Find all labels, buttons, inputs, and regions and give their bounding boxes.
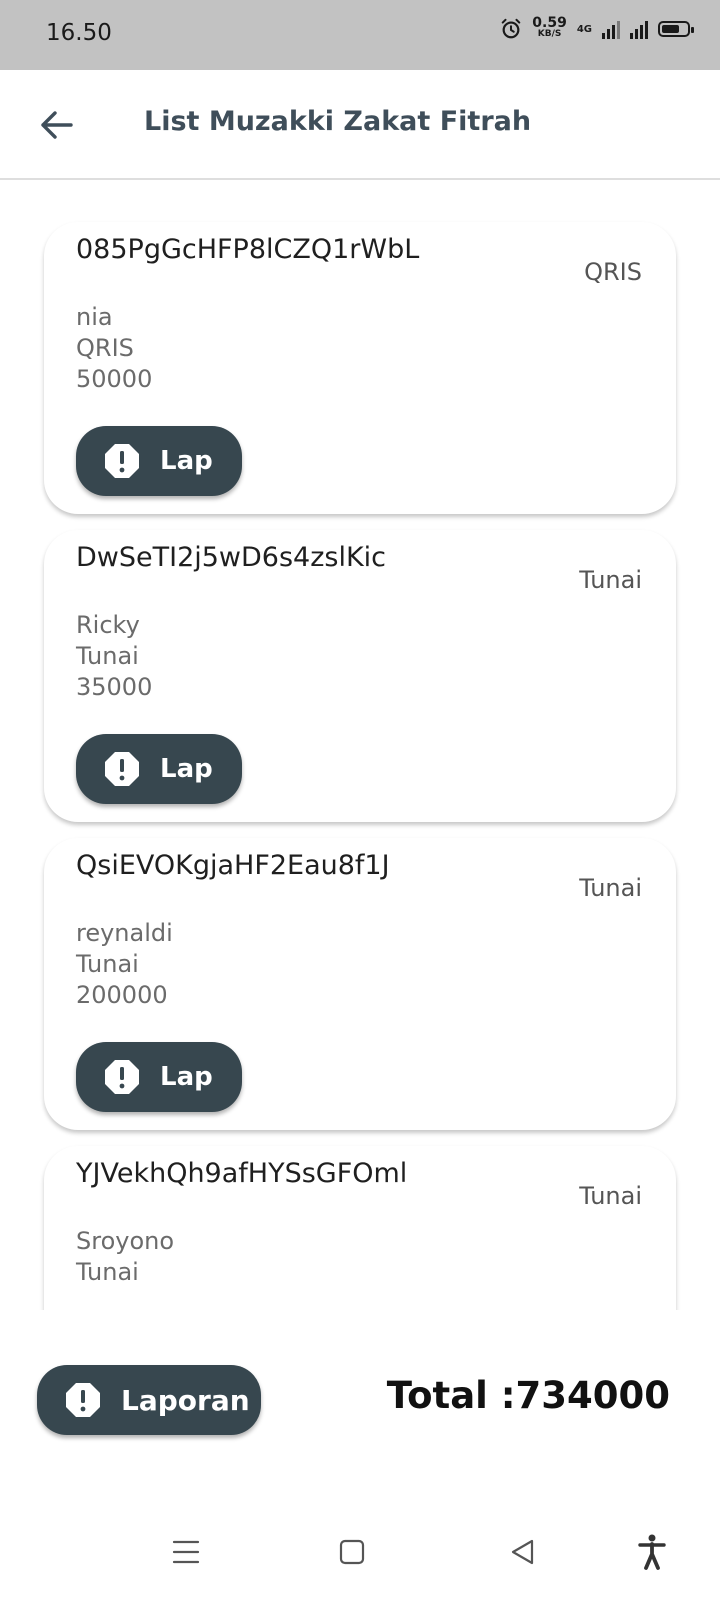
system-nav-bar xyxy=(0,1500,720,1600)
accessibility-icon xyxy=(638,1534,666,1570)
back-triangle-icon xyxy=(511,1539,534,1565)
network-type: 4G xyxy=(576,23,592,35)
muzakki-list[interactable]: 085PgGcHFP8lCZQ1rWbL QRIS nia QRIS 50000… xyxy=(0,180,720,1310)
laporan-button[interactable]: Laporan xyxy=(37,1365,261,1435)
lap-button[interactable]: Lap xyxy=(76,426,242,496)
status-bar: 16.50 0.59 KB/S 4G xyxy=(0,0,720,70)
lap-button[interactable]: Lap xyxy=(76,734,242,804)
muzakki-amount: 200000 xyxy=(76,981,168,1009)
app-bar: List Muzakki Zakat Fitrah xyxy=(0,70,720,180)
signal-icon-2 xyxy=(630,19,648,39)
muzakki-details: Sroyono Tunai xyxy=(76,1226,174,1288)
lap-button-label: Lap xyxy=(160,754,213,784)
lap-button-label: Lap xyxy=(160,446,213,476)
alarm-icon xyxy=(502,18,521,39)
muzakki-name: nia xyxy=(76,303,113,331)
muzakki-amount: 35000 xyxy=(76,673,153,701)
alert-octagon-icon xyxy=(105,444,139,478)
muzakki-name: Ricky xyxy=(76,611,140,639)
alert-octagon-icon xyxy=(105,752,139,786)
muzakki-name: Sroyono xyxy=(76,1227,175,1255)
accessibility-button[interactable] xyxy=(630,1530,674,1574)
payment-method-label: QRIS xyxy=(584,258,642,286)
signal-icon xyxy=(602,19,620,39)
home-square-icon xyxy=(339,1539,365,1565)
payment-method-label: Tunai xyxy=(579,1182,642,1210)
total-amount: Total :734000 xyxy=(386,1374,670,1417)
alert-octagon-icon xyxy=(105,1060,139,1094)
recent-apps-button[interactable] xyxy=(164,1530,208,1574)
payment-method-label: Tunai xyxy=(579,874,642,902)
network-speed-unit: KB/S xyxy=(537,29,562,39)
lap-button-label: Lap xyxy=(160,1062,213,1092)
muzakki-id: 085PgGcHFP8lCZQ1rWbL xyxy=(76,234,420,265)
laporan-button-label: Laporan xyxy=(121,1383,250,1417)
status-time: 16.50 xyxy=(46,20,112,46)
muzakki-id: DwSeTI2j5wD6s4zslKic xyxy=(76,542,387,573)
payment-method-label: Tunai xyxy=(579,566,642,594)
list-item: DwSeTI2j5wD6s4zslKic Tunai Ricky Tunai 3… xyxy=(44,530,676,822)
network-speed: 0.59 KB/S xyxy=(532,15,567,40)
muzakki-details: Ricky Tunai 35000 xyxy=(76,610,152,703)
arrow-left-icon xyxy=(41,111,73,139)
list-item: QsiEVOKgjaHF2Eau8f1J Tunai reynaldi Tuna… xyxy=(44,838,676,1130)
muzakki-details: reynaldi Tunai 200000 xyxy=(76,918,173,1011)
muzakki-method: QRIS xyxy=(76,334,134,362)
network-speed-value: 0.59 xyxy=(532,15,567,31)
status-icons: 0.59 KB/S 4G xyxy=(500,15,694,40)
back-nav-button[interactable] xyxy=(500,1530,544,1574)
muzakki-method: Tunai xyxy=(76,1258,139,1286)
list-item: 085PgGcHFP8lCZQ1rWbL QRIS nia QRIS 50000… xyxy=(44,222,676,514)
muzakki-details: nia QRIS 50000 xyxy=(76,302,152,395)
page-title: List Muzakki Zakat Fitrah xyxy=(144,106,532,137)
muzakki-amount: 50000 xyxy=(76,365,153,393)
alert-octagon-icon xyxy=(66,1383,100,1417)
back-button[interactable] xyxy=(36,108,76,142)
muzakki-method: Tunai xyxy=(76,642,139,670)
menu-icon xyxy=(172,1540,200,1564)
lap-button[interactable]: Lap xyxy=(76,1042,242,1112)
muzakki-id: QsiEVOKgjaHF2Eau8f1J xyxy=(76,850,390,881)
list-item: YJVekhQh9afHYSsGFOml Tunai Sroyono Tunai xyxy=(44,1146,676,1310)
home-button[interactable] xyxy=(330,1530,374,1574)
muzakki-method: Tunai xyxy=(76,950,139,978)
muzakki-id: YJVekhQh9afHYSsGFOml xyxy=(76,1158,408,1189)
battery-icon xyxy=(658,21,694,37)
muzakki-name: reynaldi xyxy=(76,919,173,947)
